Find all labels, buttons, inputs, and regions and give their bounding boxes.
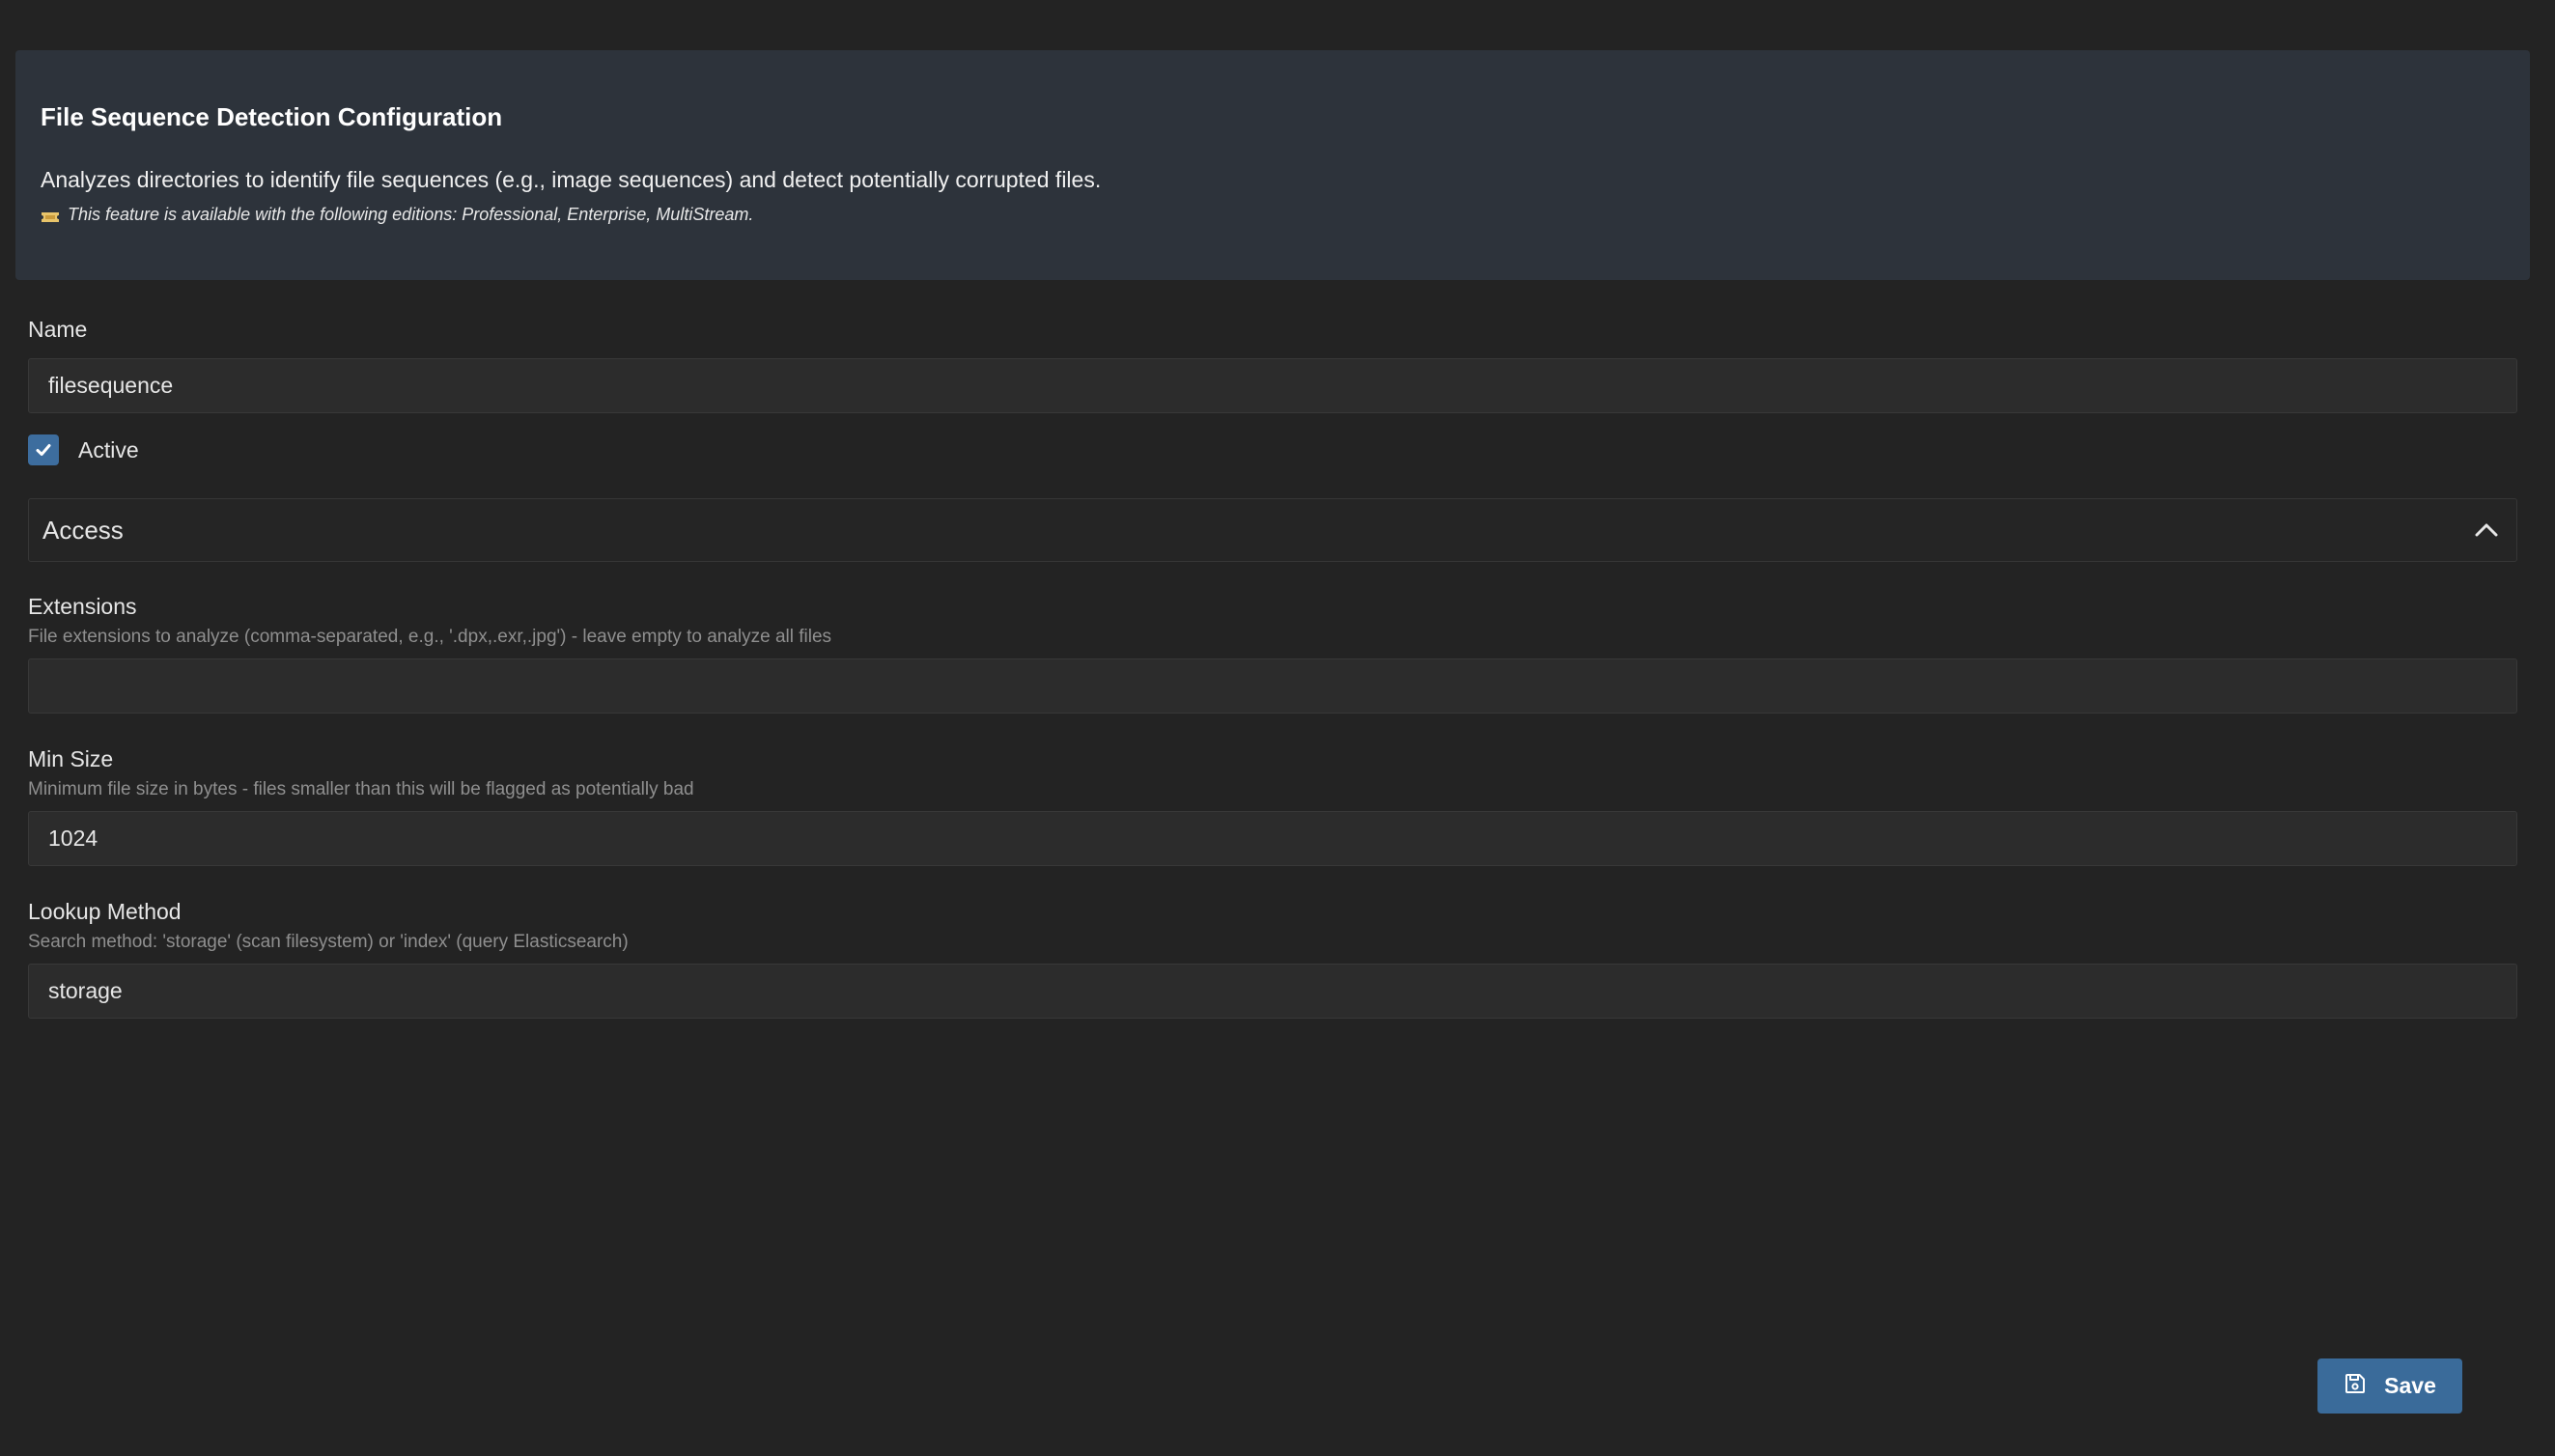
extensions-label: Extensions bbox=[28, 594, 137, 619]
ticket-icon bbox=[41, 209, 60, 222]
save-icon bbox=[2344, 1372, 2367, 1401]
checkmark-icon bbox=[36, 444, 51, 456]
access-accordion-title: Access bbox=[42, 515, 124, 545]
min-size-help: Minimum file size in bytes - files small… bbox=[28, 779, 694, 799]
min-size-input[interactable] bbox=[28, 811, 2517, 866]
save-button[interactable]: Save bbox=[2317, 1358, 2462, 1414]
name-label: Name bbox=[28, 317, 88, 342]
active-checkbox[interactable] bbox=[28, 434, 59, 465]
lookup-method-label: Lookup Method bbox=[28, 899, 182, 924]
edition-note: This feature is available with the follo… bbox=[41, 205, 753, 225]
extensions-help: File extensions to analyze (comma-separa… bbox=[28, 627, 832, 647]
lookup-method-help: Search method: 'storage' (scan filesyste… bbox=[28, 932, 629, 952]
extensions-input[interactable] bbox=[28, 658, 2517, 714]
name-input[interactable] bbox=[28, 358, 2517, 413]
active-toggle[interactable]: Active bbox=[28, 434, 139, 465]
save-button-label: Save bbox=[2384, 1373, 2436, 1398]
page-title: File Sequence Detection Configuration bbox=[41, 102, 503, 131]
lookup-method-input[interactable] bbox=[28, 964, 2517, 1019]
edition-note-text: This feature is available with the follo… bbox=[68, 205, 754, 224]
info-panel: File Sequence Detection Configuration An… bbox=[15, 50, 2530, 280]
access-accordion-header[interactable]: Access bbox=[28, 498, 2517, 562]
page-description: Analyzes directories to identify file se… bbox=[41, 167, 1102, 192]
chevron-up-icon[interactable] bbox=[2472, 516, 2501, 545]
active-label: Active bbox=[78, 436, 139, 462]
min-size-label: Min Size bbox=[28, 746, 114, 771]
